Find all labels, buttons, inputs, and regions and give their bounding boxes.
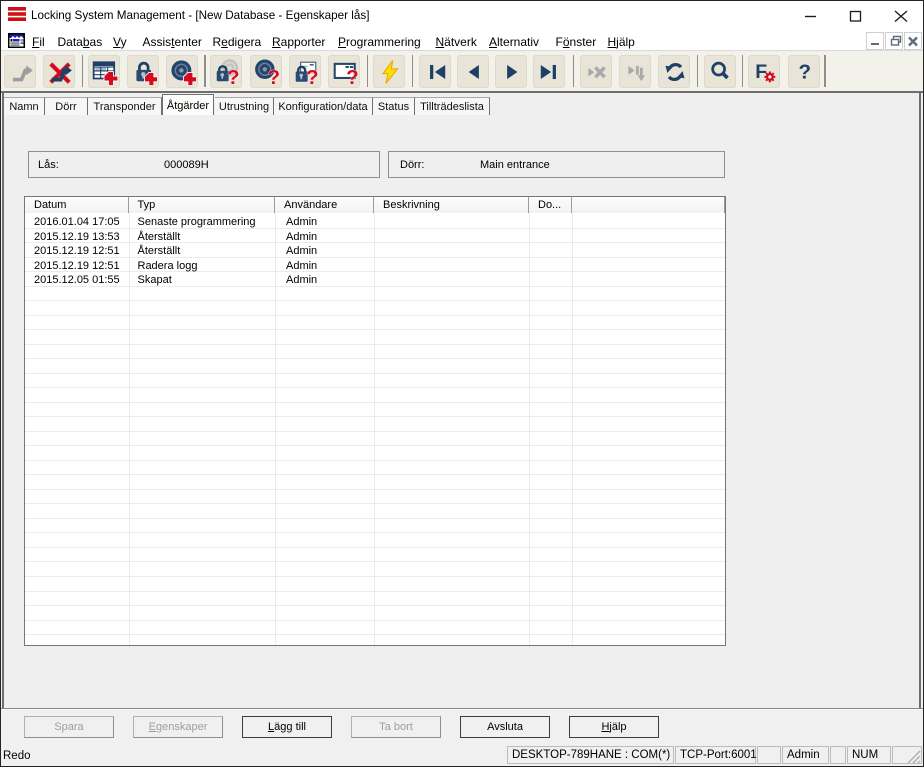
svg-text:?: ? [227,66,240,85]
svg-text:?: ? [306,66,319,85]
svg-text:?: ? [346,66,358,85]
svg-text:?: ? [267,66,279,85]
svg-text:F: F [755,61,767,83]
svg-text:?: ? [798,61,811,84]
